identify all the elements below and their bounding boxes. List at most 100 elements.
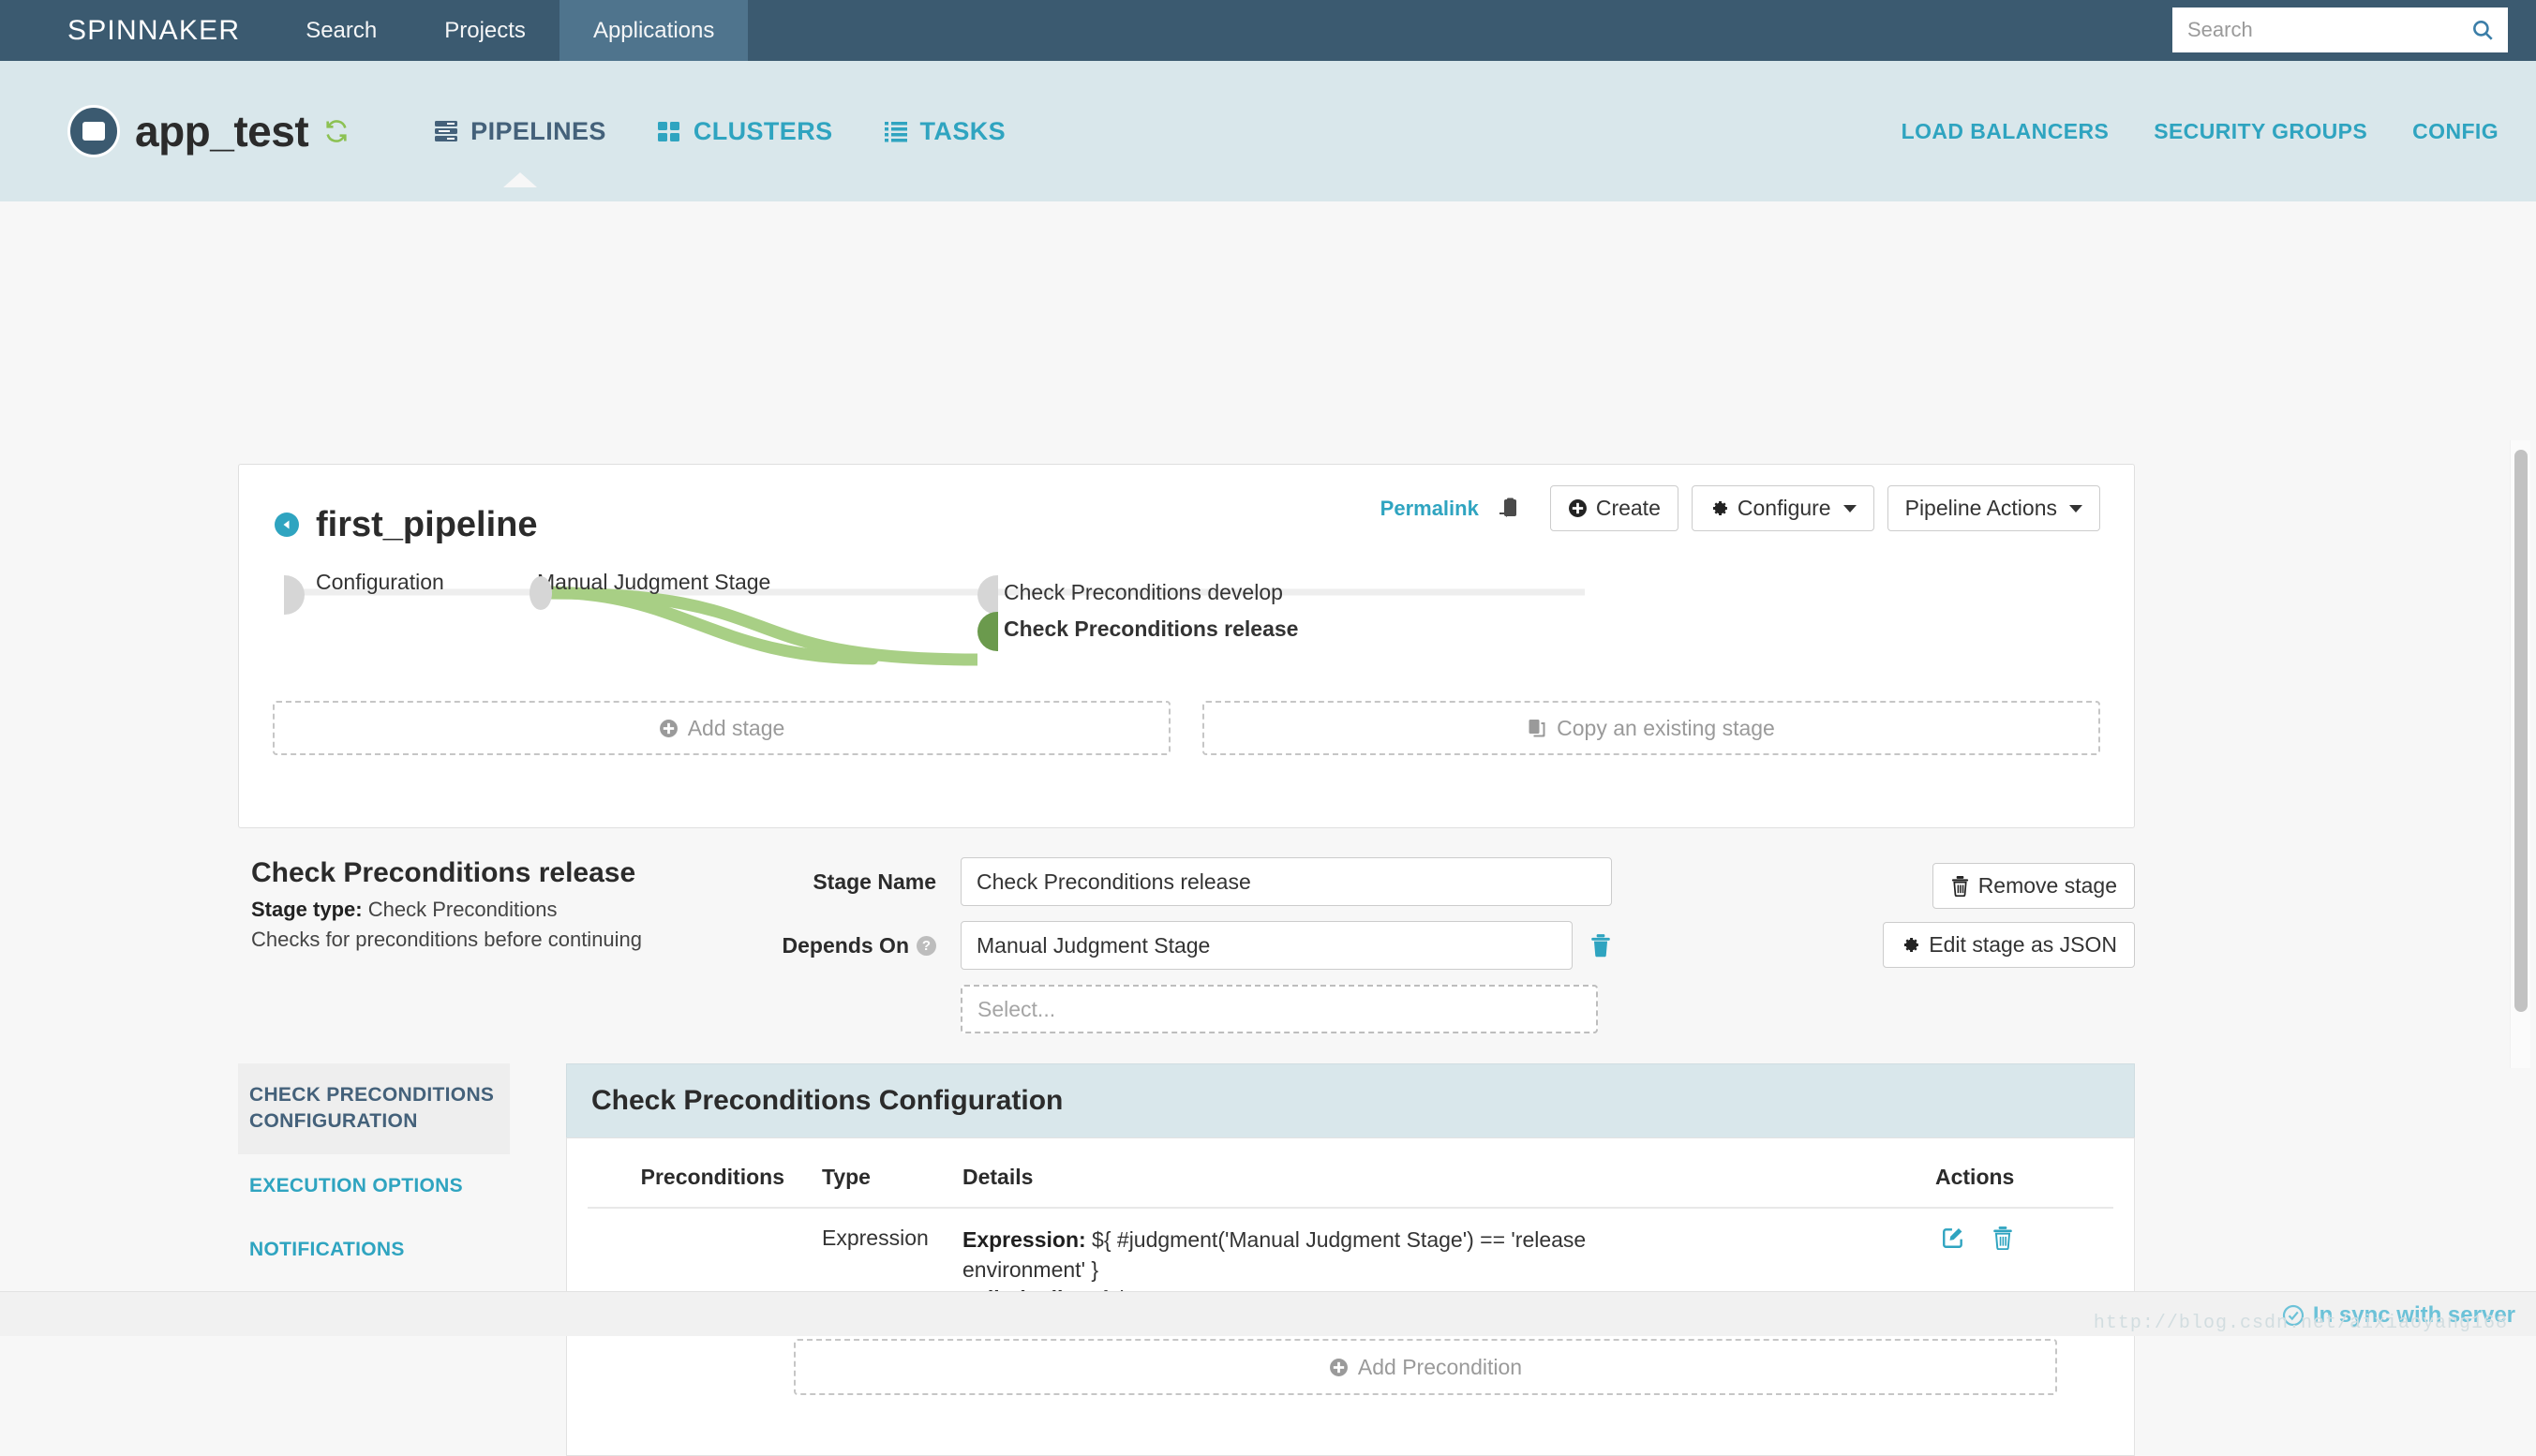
refresh-icon[interactable] bbox=[323, 118, 350, 144]
pipeline-actions-button-label: Pipeline Actions bbox=[1904, 496, 2057, 520]
depends-on-field-group: Depends On ? Manual Judgment Stage bbox=[768, 921, 1612, 970]
config-panel-title: Check Preconditions Configuration bbox=[566, 1063, 2135, 1137]
pipeline-actions-button[interactable]: Pipeline Actions bbox=[1887, 485, 2100, 531]
vertical-scrollbar[interactable] bbox=[2510, 440, 2530, 1068]
depends-on-select[interactable]: Select... bbox=[961, 985, 1598, 1033]
create-button-label: Create bbox=[1595, 496, 1661, 520]
tab-pipelines[interactable]: PIPELINES bbox=[434, 111, 606, 187]
application-secondary-links: LOAD BALANCERS SECURITY GROUPS CONFIG bbox=[1902, 119, 2499, 144]
stage-info: Check Preconditions release Stage type: … bbox=[238, 857, 763, 1048]
copy-icon bbox=[1528, 718, 1547, 738]
nav-item-projects[interactable]: Projects bbox=[410, 0, 559, 61]
tab-tasks-label: TASKS bbox=[919, 116, 1007, 145]
stage-form: Stage Name Check Preconditions release D… bbox=[768, 857, 1612, 1048]
add-precondition-label: Add Precondition bbox=[1357, 1354, 1523, 1379]
depends-on-remove-icon[interactable] bbox=[1589, 933, 1612, 958]
back-arrow-circle-icon[interactable] bbox=[275, 513, 299, 537]
scrollbar-thumb[interactable] bbox=[2514, 450, 2528, 1012]
add-precondition-button[interactable]: Add Precondition bbox=[794, 1339, 2057, 1396]
global-search-box[interactable] bbox=[2172, 7, 2508, 52]
nav-check-preconditions-configuration[interactable]: CHECK PRECONDITIONS CONFIGURATION bbox=[238, 1063, 510, 1154]
pipeline-header: first_pipeline Permalink Create Configur… bbox=[239, 465, 2134, 562]
link-config[interactable]: CONFIG bbox=[2412, 119, 2499, 144]
stage-node-label-check-preconditions-release[interactable]: Check Preconditions release bbox=[1004, 617, 1298, 642]
tab-clusters-label: CLUSTERS bbox=[693, 116, 833, 145]
trash-icon[interactable] bbox=[1992, 1226, 2014, 1250]
depends-on-select-group: Select... bbox=[768, 985, 1612, 1033]
th-type: Type bbox=[822, 1165, 962, 1209]
pipeline-title: first_pipeline bbox=[316, 504, 538, 544]
depends-on-label: Depends On ? bbox=[768, 933, 961, 958]
preconditions-table-head: Preconditions Type Details Actions bbox=[588, 1165, 2113, 1209]
search-input[interactable] bbox=[2185, 17, 2470, 43]
tab-clusters[interactable]: CLUSTERS bbox=[657, 111, 833, 152]
plus-circle-icon bbox=[1568, 498, 1588, 518]
top-navigation-bar: SPINNAKER Search Projects Applications bbox=[0, 0, 2536, 61]
th-preconditions: Preconditions bbox=[588, 1165, 822, 1209]
th-actions: Actions bbox=[1935, 1165, 2113, 1209]
stage-name-field-group: Stage Name Check Preconditions release bbox=[768, 857, 1612, 906]
chevron-down-icon bbox=[1842, 504, 1857, 513]
list-icon bbox=[884, 120, 908, 142]
stage-name-label: Stage Name bbox=[813, 869, 936, 894]
create-button[interactable]: Create bbox=[1549, 485, 1678, 531]
clipboard-link-icon[interactable] bbox=[1499, 498, 1520, 520]
application-identity: app_test bbox=[0, 105, 350, 157]
stage-configuration-area: CHECK PRECONDITIONS CONFIGURATION EXECUT… bbox=[238, 1063, 2135, 1456]
table-header-row: Preconditions Type Details Actions bbox=[588, 1165, 2113, 1209]
nav-item-applications[interactable]: Applications bbox=[559, 0, 749, 61]
add-stage-button[interactable]: Add stage bbox=[273, 701, 1171, 755]
nav-notifications[interactable]: NOTIFICATIONS bbox=[238, 1218, 510, 1282]
search-icon[interactable] bbox=[2470, 18, 2495, 42]
depends-on-value[interactable]: Manual Judgment Stage bbox=[961, 921, 1573, 970]
edit-icon[interactable] bbox=[1941, 1226, 1965, 1250]
stage-heading: Check Preconditions release bbox=[251, 857, 636, 888]
application-avatar-icon bbox=[67, 105, 120, 157]
plus-circle-icon bbox=[1329, 1358, 1349, 1377]
configure-button-label: Configure bbox=[1737, 496, 1831, 520]
stage-name-input[interactable]: Check Preconditions release bbox=[961, 857, 1612, 906]
stage-type-value: Check Preconditions bbox=[367, 898, 558, 921]
application-name: app_test bbox=[135, 107, 309, 156]
stage-config-nav: CHECK PRECONDITIONS CONFIGURATION EXECUT… bbox=[238, 1063, 510, 1456]
tab-pipelines-label: PIPELINES bbox=[470, 116, 606, 145]
copy-existing-stage-button[interactable]: Copy an existing stage bbox=[1202, 701, 2100, 755]
edit-stage-as-json-button[interactable]: Edit stage as JSON bbox=[1883, 922, 2135, 968]
configure-button[interactable]: Configure bbox=[1691, 485, 1874, 531]
question-mark-icon[interactable]: ? bbox=[917, 935, 936, 956]
stage-node-manual-judgment[interactable] bbox=[530, 576, 552, 610]
pipeline-stage-graph: Configuration Manual Judgment Stage Chec… bbox=[273, 562, 2100, 684]
add-stage-label: Add stage bbox=[687, 715, 785, 740]
grid-squares-icon bbox=[657, 120, 681, 142]
application-tabs: PIPELINES CLUSTERS TASKS bbox=[434, 111, 1007, 187]
nav-item-search[interactable]: Search bbox=[272, 0, 410, 61]
link-load-balancers[interactable]: LOAD BALANCERS bbox=[1902, 119, 2110, 144]
remove-stage-button[interactable]: Remove stage bbox=[1932, 863, 2135, 909]
stage-description: Checks for preconditions before continui… bbox=[251, 928, 643, 951]
chevron-down-icon bbox=[2069, 504, 2082, 513]
edit-stage-as-json-label: Edit stage as JSON bbox=[1929, 932, 2117, 957]
tab-tasks[interactable]: TASKS bbox=[884, 111, 1007, 152]
stage-node-label-manual-judgment[interactable]: Manual Judgment Stage bbox=[537, 570, 770, 595]
stage-node-label-configuration[interactable]: Configuration bbox=[316, 570, 444, 595]
permalink-link[interactable]: Permalink bbox=[1380, 497, 1479, 521]
gear-icon bbox=[1709, 498, 1729, 518]
trash-icon bbox=[1950, 875, 1970, 897]
stage-add-row: Add stage Copy an existing stage bbox=[273, 701, 2100, 755]
gear-icon bbox=[1901, 935, 1920, 955]
depends-on-label-text: Depends On bbox=[782, 932, 909, 958]
spinnaker-brand[interactable]: SPINNAKER bbox=[0, 0, 272, 61]
stage-node-label-check-preconditions-develop[interactable]: Check Preconditions develop bbox=[1004, 580, 1283, 605]
link-security-groups[interactable]: SECURITY GROUPS bbox=[2154, 119, 2367, 144]
nav-execution-options[interactable]: EXECUTION OPTIONS bbox=[238, 1154, 510, 1218]
pipeline-card: first_pipeline Permalink Create Configur… bbox=[238, 464, 2135, 828]
stage-type: Stage type: Check Preconditions bbox=[251, 898, 763, 922]
active-tab-caret-icon bbox=[502, 171, 537, 187]
row-action-icons bbox=[1935, 1226, 2113, 1250]
status-bar: In sync with server http://blog.csdn.net… bbox=[0, 1291, 2536, 1336]
plus-circle-icon bbox=[659, 719, 679, 738]
stage-details-section: Check Preconditions release Stage type: … bbox=[238, 857, 2135, 1048]
stage-details-row: Check Preconditions release Stage type: … bbox=[238, 857, 2135, 1048]
stage-config-panel: Check Preconditions Configuration Precon… bbox=[566, 1063, 2135, 1456]
detail-expression: Expression: ${ #judgment('Manual Judgmen… bbox=[962, 1226, 1619, 1285]
